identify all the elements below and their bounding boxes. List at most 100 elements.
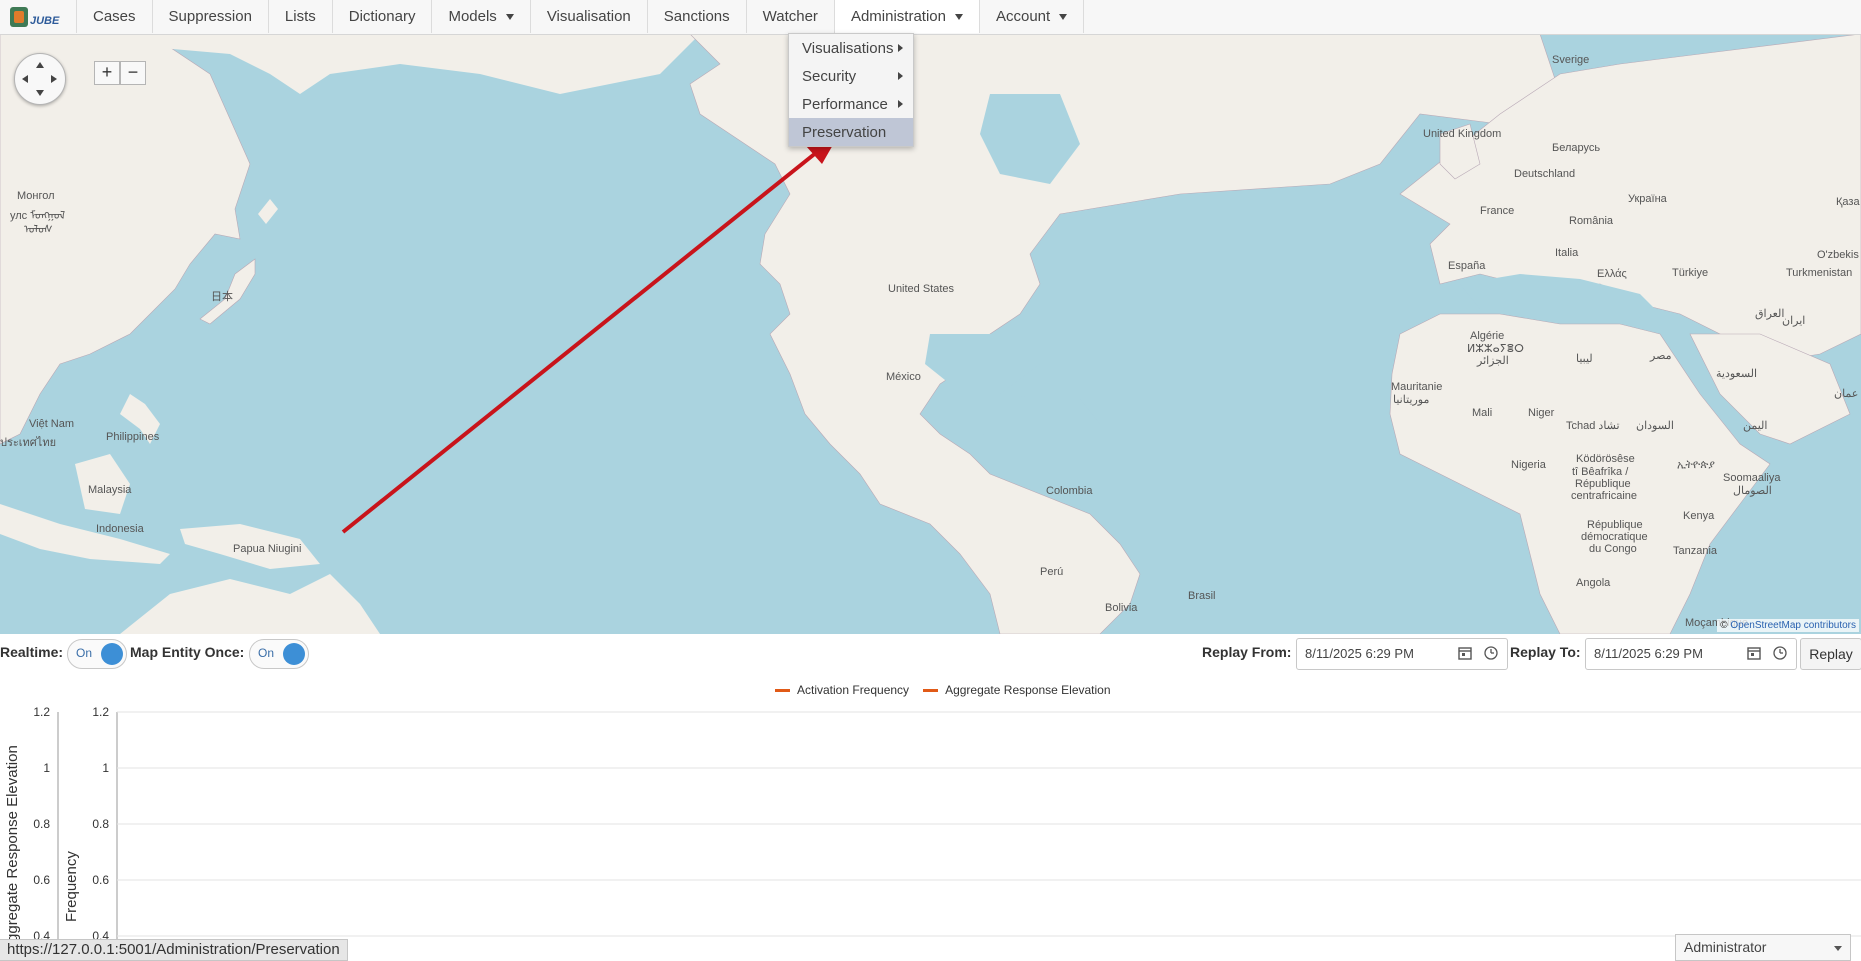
openstreetmap-link[interactable]: OpenStreetMap contributors: [1730, 620, 1856, 631]
map-label: O'zbekis: [1817, 249, 1859, 261]
svg-text:JUBE: JUBE: [30, 15, 60, 27]
map-label: Deutschland: [1514, 168, 1576, 180]
map-label: United States: [888, 283, 955, 295]
status-bar-url: https://127.0.0.1:5001/Administration/Pr…: [0, 939, 348, 961]
map-label: démocratique: [1581, 531, 1648, 543]
nav-administration[interactable]: Administration: [833, 0, 979, 33]
map-label: موريتانيا: [1393, 394, 1430, 406]
nav-cases[interactable]: Cases: [76, 0, 152, 33]
map-label: Indonesia: [96, 523, 144, 535]
menu-item-preservation[interactable]: Preservation: [789, 118, 913, 146]
map-label: United Kingdom: [1423, 128, 1502, 140]
zoom-in-button[interactable]: +: [94, 61, 120, 85]
map-label: centrafricaine: [1571, 490, 1638, 502]
map-label: ایران: [1782, 315, 1806, 327]
chevron-down-icon: [954, 13, 963, 20]
nav-watcher[interactable]: Watcher: [745, 0, 834, 33]
map-label: Perú: [1040, 566, 1064, 578]
map-label: مصر: [1650, 350, 1672, 362]
map-label: Colombia: [1046, 485, 1093, 497]
y-tick-label: 1.2: [92, 705, 109, 719]
y-tick-label: 1.2: [33, 705, 50, 719]
map-label: du Congo: [1589, 543, 1637, 555]
map-label: Беларусь: [1552, 142, 1601, 154]
zoom-out-button[interactable]: −: [120, 61, 146, 85]
administration-menu: Visualisations Security Performance Pres…: [788, 33, 914, 147]
map-label: ᠤᠯᠤᠰ: [24, 224, 53, 236]
map-label: Niger: [1528, 407, 1555, 419]
map-label: Mali: [1472, 407, 1493, 419]
map-label: România: [1569, 215, 1614, 227]
map-label: الصومال: [1733, 485, 1772, 497]
menu-item-performance[interactable]: Performance: [789, 90, 913, 118]
nav-sanctions[interactable]: Sanctions: [646, 0, 746, 33]
map-label: Kenya: [1683, 510, 1715, 522]
map-label: السودان: [1636, 420, 1674, 432]
replay-from-label: Replay From:: [1202, 644, 1292, 660]
nav-suppression[interactable]: Suppression: [151, 0, 268, 33]
realtime-toggle[interactable]: On: [67, 639, 127, 669]
map-label: España: [1448, 260, 1486, 272]
calendar-icon[interactable]: [1457, 645, 1473, 661]
map-label: 日本: [211, 291, 233, 303]
chevron-right-icon: [898, 100, 903, 108]
map-label: Bolivia: [1105, 602, 1138, 614]
clock-icon[interactable]: [1483, 645, 1499, 661]
y-tick-label: 0.6: [92, 873, 109, 887]
world-map[interactable]: Sverige United Kingdom Беларусь Deutschl…: [0, 34, 1861, 634]
jube-logo[interactable]: JUBE: [8, 4, 66, 30]
calendar-icon[interactable]: [1746, 645, 1762, 661]
pan-up-icon[interactable]: [36, 62, 44, 68]
map-label: الجزائر: [1477, 355, 1509, 367]
map-label: Angola: [1576, 577, 1611, 589]
chevron-down-icon: [505, 13, 514, 20]
map-label: République: [1575, 478, 1631, 490]
nav-models[interactable]: Models: [431, 0, 530, 33]
nav-visualisation[interactable]: Visualisation: [529, 0, 647, 33]
chart-plot-area: 1.210.80.60.41.210.80.60.4: [33, 705, 1861, 961]
map-label: Sverige: [1552, 54, 1590, 66]
y-tick-label: 0.8: [33, 817, 50, 831]
user-select[interactable]: Administrator: [1675, 934, 1851, 961]
nav-dictionary[interactable]: Dictionary: [331, 0, 432, 33]
map-label: Tanzania: [1673, 545, 1718, 557]
replay-to-input[interactable]: 8/11/2025 6:29 PM: [1585, 638, 1797, 670]
replay-from-input[interactable]: 8/11/2025 6:29 PM: [1296, 638, 1508, 670]
y-tick-label: 0.6: [33, 873, 50, 887]
map-label: Turkmenistan: [1786, 267, 1853, 279]
map-label: ประเทศไทย: [0, 437, 57, 449]
map-label: Brasil: [1188, 590, 1216, 602]
map-label: Монгол: [17, 190, 55, 202]
map-label: عمان: [1834, 388, 1859, 400]
clock-icon[interactable]: [1772, 645, 1788, 661]
chevron-down-icon: [1059, 13, 1068, 20]
y-tick-label: 1: [102, 761, 109, 775]
menu-item-visualisations[interactable]: Visualisations: [789, 34, 913, 62]
nav-account[interactable]: Account: [978, 0, 1085, 33]
pan-down-icon[interactable]: [36, 90, 44, 96]
map-attribution: © OpenStreetMap contributors: [1717, 619, 1859, 632]
map-label: tî Bêafrîka /: [1572, 466, 1629, 478]
map-label: Türkiye: [1672, 267, 1709, 279]
map-label: Україна: [1628, 193, 1667, 205]
nav-lists[interactable]: Lists: [267, 0, 332, 33]
y-axis-title-left: Aggregate Response Elevation: [4, 745, 21, 952]
map-label: France: [1480, 205, 1515, 217]
menu-item-security[interactable]: Security: [789, 62, 913, 90]
map-label: Việt Nam: [29, 418, 75, 430]
map-entity-once-toggle[interactable]: On: [249, 639, 309, 669]
pan-left-icon[interactable]: [22, 75, 28, 83]
replay-controls: Realtime: On Map Entity Once: On Replay …: [0, 634, 1861, 674]
realtime-label: Realtime:: [0, 644, 64, 660]
pan-right-icon[interactable]: [51, 75, 57, 83]
map-label: Algérie: [1470, 330, 1505, 342]
map-label: اليمن: [1743, 420, 1768, 432]
map-label: Italia: [1555, 247, 1579, 259]
map-label: ኢትዮጵያ: [1677, 459, 1715, 471]
map-label: México: [886, 371, 921, 383]
map-pan-control[interactable]: [14, 53, 66, 105]
replay-button[interactable]: Replay: [1800, 638, 1861, 670]
map-label: Қаза: [1836, 196, 1860, 208]
map-label: Malaysia: [88, 484, 132, 496]
chevron-right-icon: [898, 44, 903, 52]
